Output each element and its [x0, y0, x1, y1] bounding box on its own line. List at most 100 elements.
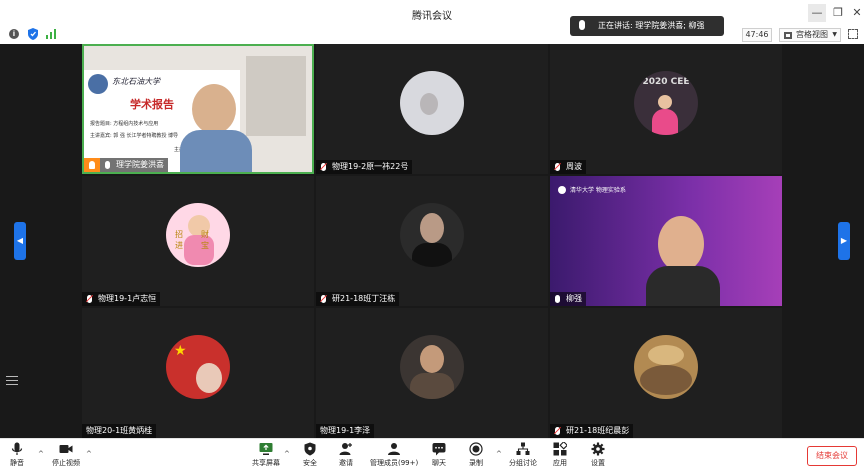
fullscreen-icon[interactable]: [848, 29, 858, 39]
mic-icon: [105, 161, 110, 169]
security-button[interactable]: 安全: [303, 442, 317, 468]
participant-avatar: ★: [166, 335, 230, 399]
slide-line: 报告题目: 方程组内技术与应用: [90, 121, 159, 127]
participant-name-tag: 研21-18班纪晨彭: [550, 424, 634, 438]
mic-muted-icon: [555, 427, 560, 435]
window-title: 腾讯会议: [412, 11, 452, 22]
mute-label: 静音: [10, 459, 24, 467]
person-body: [646, 266, 720, 306]
minimize-button[interactable]: —: [808, 4, 826, 22]
share-screen-label: 共享屏幕: [252, 459, 280, 467]
restore-button[interactable]: ❐: [829, 4, 847, 22]
record-label: 录制: [469, 459, 483, 467]
shield-icon[interactable]: [28, 28, 38, 40]
previous-page-arrow[interactable]: ◀: [14, 222, 26, 260]
apps-icon: [553, 442, 567, 456]
chevron-up-icon[interactable]: ^: [284, 450, 290, 458]
participant-name-tag: 周波: [550, 160, 586, 174]
breakout-rooms-button[interactable]: 分组讨论: [509, 442, 537, 468]
person-face: [192, 84, 236, 134]
host-icon: [84, 158, 100, 172]
mic-icon: [579, 20, 585, 30]
gear-icon: [591, 442, 605, 456]
record-button[interactable]: 录制: [469, 442, 483, 468]
manage-members-button[interactable]: 管理成员(99+): [370, 442, 418, 468]
title-bar: 腾讯会议: [0, 0, 864, 26]
settings-button[interactable]: 设置: [591, 442, 605, 468]
stop-video-button[interactable]: 停止视频: [52, 442, 80, 468]
chevron-down-icon: ▼: [832, 31, 837, 38]
chevron-up-icon[interactable]: ^: [496, 450, 502, 458]
participant-tile[interactable]: ★ 物理20-1班黄炳桂: [82, 308, 314, 438]
chat-icon: [432, 443, 446, 456]
participant-name-tag: 物理19-1卢志恒: [82, 292, 161, 306]
participant-avatar: 2020 CEE: [634, 71, 698, 135]
participant-name-tag: 物理19-1李泽: [316, 424, 375, 438]
breakout-icon: [516, 442, 530, 455]
participant-name: 物理19-2原一祎22号: [332, 162, 409, 171]
mic-muted-icon: [87, 295, 92, 303]
invite-label: 邀请: [339, 459, 353, 467]
participant-name: 物理19-1李泽: [320, 426, 371, 435]
breakout-label: 分组讨论: [509, 459, 537, 467]
share-screen-button[interactable]: 共享屏幕: [252, 442, 280, 468]
settings-label: 设置: [591, 459, 605, 467]
participant-name: 物理19-1卢志恒: [98, 294, 157, 303]
video-feed: 东北石油大学 学术报告 报告题目: 方程组内技术与应用 主讲嘉宾: 郭 强 长江…: [84, 46, 312, 172]
end-meeting-button[interactable]: 结束会议: [807, 446, 857, 466]
video-grid: 东北石油大学 学术报告 报告题目: 方程组内技术与应用 主讲嘉宾: 郭 强 长江…: [0, 44, 864, 438]
share-screen-icon: [259, 443, 273, 455]
chat-button[interactable]: 聊天: [432, 442, 446, 468]
chevron-up-icon[interactable]: ^: [38, 450, 44, 458]
security-label: 安全: [303, 459, 317, 467]
participant-tile[interactable]: 2020 CEE 周波: [550, 44, 782, 174]
grid-icon: [784, 32, 792, 39]
chevron-up-icon[interactable]: ^: [86, 450, 92, 458]
invite-button[interactable]: 邀请: [339, 442, 353, 468]
participant-tile[interactable]: 清华大学 物理实验系 柳强: [550, 176, 782, 306]
participant-tile[interactable]: 研21-18班丁汪栋: [316, 176, 548, 306]
participant-name: 研21-18班纪晨彭: [566, 426, 630, 435]
record-icon: [469, 442, 483, 456]
participant-avatar: [400, 203, 464, 267]
participant-avatar: [400, 335, 464, 399]
meeting-info-bar: [0, 26, 864, 44]
participant-avatar: 招财进宝: [166, 203, 230, 267]
participant-name: 柳强: [566, 294, 582, 303]
star-icon: ★: [174, 343, 187, 359]
participant-name-tag: 物理19-2原一祎22号: [316, 160, 413, 174]
microphone-icon: [11, 442, 23, 455]
next-page-arrow[interactable]: ▶: [838, 222, 850, 260]
chat-label: 聊天: [432, 459, 446, 467]
participant-tile[interactable]: 东北石油大学 学术报告 报告题目: 方程组内技术与应用 主讲嘉宾: 郭 强 长江…: [82, 44, 314, 174]
participant-avatar: [400, 71, 464, 135]
close-button[interactable]: ✕: [848, 4, 864, 22]
speaking-label: 正在讲话: 理学院姜洪喜; 柳强: [598, 21, 705, 30]
view-mode-button[interactable]: 宫格视图 ▼: [779, 28, 841, 42]
participant-tile[interactable]: 物理19-2原一祎22号: [316, 44, 548, 174]
participant-tile[interactable]: 研21-18班纪晨彭: [550, 308, 782, 438]
participant-name-tag: 柳强: [550, 292, 586, 306]
person-body: [180, 130, 252, 172]
participant-tile[interactable]: 物理19-1李泽: [316, 308, 548, 438]
office-background: [246, 56, 306, 136]
participant-name-tag: 理学院姜洪喜: [100, 158, 168, 172]
participant-name-tag: 研21-18班丁汪栋: [316, 292, 400, 306]
participant-list-icon[interactable]: [6, 376, 18, 386]
mic-muted-icon: [555, 163, 560, 171]
slide-line: 主讲嘉宾: 郭 强 长江学者特聘教授 博导: [90, 133, 179, 139]
video-camera-icon: [59, 445, 73, 453]
network-signal-icon[interactable]: [46, 29, 58, 39]
banner-text: 清华大学 物理实验系: [570, 187, 626, 194]
mute-button[interactable]: 静音: [10, 442, 24, 468]
participant-name: 周波: [566, 162, 582, 171]
stop-video-label: 停止视频: [52, 459, 80, 467]
slide-title: 学术报告: [130, 98, 174, 111]
apps-button[interactable]: 应用: [553, 442, 567, 468]
manage-members-label: 管理成员(99+): [370, 459, 419, 467]
meeting-timer: 47:46: [742, 28, 772, 42]
info-icon[interactable]: i: [9, 29, 19, 39]
invite-icon: [339, 443, 352, 455]
view-mode-label: 宫格视图: [796, 30, 828, 39]
participant-tile[interactable]: 招财进宝 物理19-1卢志恒: [82, 176, 314, 306]
